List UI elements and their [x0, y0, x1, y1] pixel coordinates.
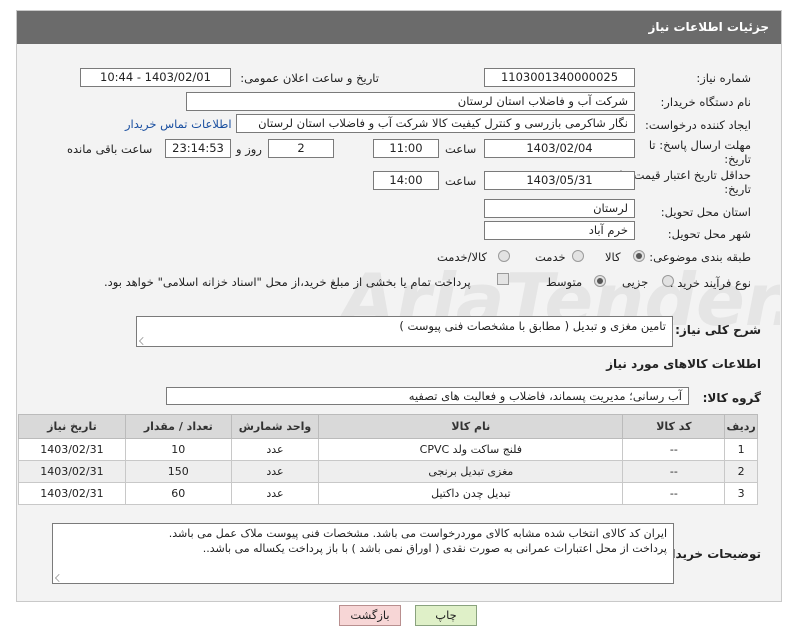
- goods-group-label: گروه کالا:: [702, 391, 761, 405]
- description-text: تامین مغزی و تبدیل ( مطابق با مشخصات فنی…: [399, 319, 666, 333]
- buyer-org-field: شرکت آب و فاضلاب استان لرستان: [186, 92, 635, 111]
- remaining-label: ساعت باقی مانده: [67, 142, 153, 156]
- validity-time-label: ساعت: [445, 174, 477, 188]
- days-label: روز و: [236, 142, 262, 156]
- cell-unit: عدد: [230, 438, 320, 461]
- table-row: 1 -- فلنج ساکت ولد CPVC عدد 10 1403/02/3…: [18, 438, 758, 461]
- validity-label-date: تاریخ:: [724, 182, 751, 196]
- days-field: 2: [268, 139, 334, 158]
- category-radio-goods-service[interactable]: [498, 250, 510, 262]
- deadline-label: مهلت ارسال پاسخ: تا: [648, 138, 751, 152]
- cell-quantity: 150: [124, 460, 232, 483]
- process-radio-partial[interactable]: [662, 275, 674, 287]
- province-label: استان محل تحویل:: [660, 205, 751, 219]
- buyer-notes-line-1: ایران کد کالای انتخاب شده مشابه کالای مو…: [168, 527, 667, 540]
- buyer-notes-textarea[interactable]: ایران کد کالای انتخاب شده مشابه کالای مو…: [52, 523, 674, 584]
- col-code: کد کالا: [622, 414, 726, 439]
- payment-note: پرداخت تمام یا بخشی از مبلغ خرید،از محل …: [104, 275, 471, 289]
- remaining-time-field: 23:14:53: [165, 139, 231, 158]
- cell-row: 2: [724, 460, 758, 483]
- cell-row: 1: [724, 438, 758, 461]
- table-row: 3 -- تبدیل چدن داکتیل عدد 60 1403/02/31: [18, 482, 758, 505]
- col-quantity: تعداد / مقدار: [124, 414, 232, 439]
- category-radio-service[interactable]: [572, 250, 584, 262]
- deadline-time-field: 11:00: [373, 139, 439, 158]
- cell-unit: عدد: [230, 482, 320, 505]
- creator-field: نگار شاکرمی بازرسی و کنترل کیفیت کالا شر…: [236, 114, 635, 133]
- resize-handle-icon: [55, 574, 63, 582]
- cell-unit: عدد: [230, 460, 320, 483]
- cell-code: --: [622, 482, 726, 505]
- category-radio-goods[interactable]: [633, 250, 645, 262]
- cell-code: --: [622, 438, 726, 461]
- process-radio-medium[interactable]: [594, 275, 606, 287]
- table-row: 2 -- مغزی تبدیل برنجی عدد 150 1403/02/31: [18, 460, 758, 483]
- cell-code: --: [622, 460, 726, 483]
- col-unit: واحد شمارش: [230, 414, 320, 439]
- category-option-goods: کالا: [605, 250, 621, 264]
- col-need-date: تاریخ نیاز: [18, 414, 126, 439]
- need-number-field: 1103001340000025: [484, 68, 635, 87]
- cell-quantity: 10: [124, 438, 232, 461]
- category-option-service: خدمت: [535, 250, 566, 264]
- print-button[interactable]: چاپ: [415, 605, 477, 626]
- cell-name: تبدیل چدن داکتیل: [318, 482, 624, 505]
- validity-label: حداقل تاریخ اعتبار قیمت: تا: [619, 168, 751, 182]
- buyer-org-label: نام دستگاه خریدار:: [660, 95, 751, 109]
- announce-label: تاریخ و ساعت اعلان عمومی:: [240, 71, 379, 85]
- cell-need-date: 1403/02/31: [18, 460, 126, 483]
- cell-row: 3: [724, 482, 758, 505]
- validity-time-field: 14:00: [373, 171, 439, 190]
- col-name: نام کالا: [318, 414, 624, 439]
- deadline-date-field: 1403/02/04: [484, 139, 635, 158]
- category-option-goods-service: کالا/خدمت: [437, 250, 488, 264]
- cell-need-date: 1403/02/31: [18, 482, 126, 505]
- deadline-label-date: تاریخ:: [724, 152, 751, 166]
- treasury-payment-checkbox[interactable]: [497, 273, 509, 285]
- col-row: ردیف: [724, 414, 758, 439]
- cell-name: مغزی تبدیل برنجی: [318, 460, 624, 483]
- cell-quantity: 60: [124, 482, 232, 505]
- contact-info-link[interactable]: اطلاعات تماس خریدار: [125, 117, 232, 131]
- description-textarea[interactable]: تامین مغزی و تبدیل ( مطابق با مشخصات فنی…: [136, 316, 673, 347]
- goods-section-title: اطلاعات کالاهای مورد نیاز: [606, 357, 761, 371]
- back-button[interactable]: بازگشت: [339, 605, 401, 626]
- panel-header: جزئیات اطلاعات نیاز: [17, 11, 781, 44]
- table-header-row: ردیف کد کالا نام کالا واحد شمارش تعداد /…: [18, 414, 758, 439]
- goods-table: ردیف کد کالا نام کالا واحد شمارش تعداد /…: [18, 414, 758, 505]
- process-option-medium: متوسط: [546, 275, 583, 289]
- announce-field: 1403/02/01 - 10:44: [80, 68, 231, 87]
- creator-label: ایجاد کننده درخواست:: [645, 118, 751, 132]
- buyer-notes-line-2: پرداخت از محل اعتبارات عمرانی به صورت نق…: [202, 542, 667, 555]
- buyer-notes-label: توضیحات خریدار:: [659, 547, 761, 561]
- process-label: نوع فرآیند خرید :: [669, 276, 751, 290]
- deadline-time-label: ساعت: [445, 142, 477, 156]
- validity-date-field: 1403/05/31: [484, 171, 635, 190]
- cell-name: فلنج ساکت ولد CPVC: [318, 438, 624, 461]
- province-field: لرستان: [484, 199, 635, 218]
- cell-need-date: 1403/02/31: [18, 438, 126, 461]
- process-option-partial: جزیی: [622, 275, 649, 289]
- category-label: طبقه بندی موضوعی:: [649, 250, 751, 264]
- description-label: شرح کلی نیاز:: [675, 323, 761, 337]
- need-number-label: شماره نیاز:: [696, 71, 751, 85]
- goods-group-field: آب رسانی؛ مدیریت پسماند، فاضلاب و فعالیت…: [166, 387, 689, 405]
- city-label: شهر محل تحویل:: [667, 227, 751, 241]
- city-field: خرم آباد: [484, 221, 635, 240]
- resize-handle-icon: [139, 337, 147, 345]
